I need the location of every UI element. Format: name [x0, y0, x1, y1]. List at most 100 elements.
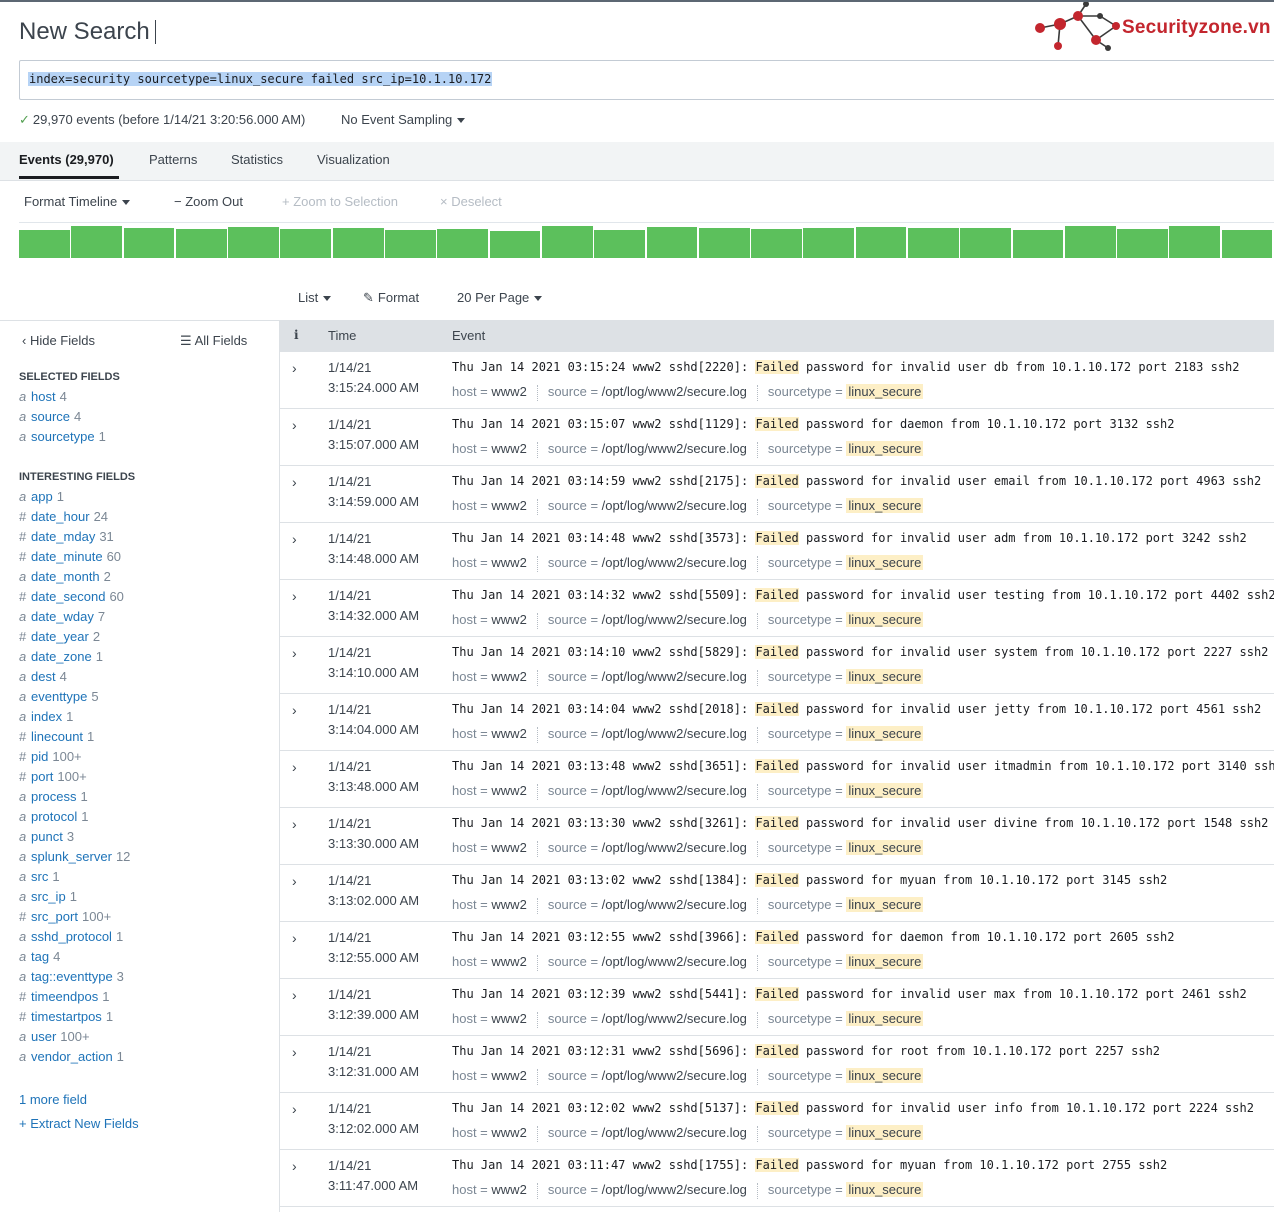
field-name[interactable]: process	[31, 789, 77, 804]
search-term-highlight[interactable]: Failed	[755, 759, 799, 773]
event-time[interactable]: 3:13:30.000 AM	[328, 836, 419, 851]
field-name[interactable]: date_second	[31, 589, 105, 604]
search-term-highlight[interactable]: Failed	[755, 1101, 799, 1115]
hide-fields-button[interactable]: ‹ Hide Fields	[22, 333, 95, 348]
field-name[interactable]: pid	[31, 749, 48, 764]
event-date[interactable]: 1/14/21	[328, 1044, 371, 1059]
timeline-bar[interactable]	[19, 230, 70, 258]
host-value[interactable]: www2	[491, 555, 526, 570]
field-item-protocol[interactable]: a protocol 1	[19, 809, 88, 827]
source-value[interactable]: /opt/log/www2/secure.log	[602, 384, 747, 399]
field-item-sshd-protocol[interactable]: a sshd_protocol 1	[19, 929, 123, 947]
sourcetype-value[interactable]: linux_secure	[846, 612, 924, 627]
chevron-right-icon[interactable]: ›	[292, 873, 297, 889]
field-name[interactable]: sshd_protocol	[31, 929, 112, 944]
time-column-header[interactable]: Time	[328, 328, 356, 343]
chevron-right-icon[interactable]: ›	[292, 645, 297, 661]
event-date[interactable]: 1/14/21	[328, 1101, 371, 1116]
host-value[interactable]: www2	[491, 669, 526, 684]
timeline-bar[interactable]	[1064, 226, 1116, 258]
field-name[interactable]: src	[31, 869, 48, 884]
host-value[interactable]: www2	[491, 1068, 526, 1083]
raw-event-text[interactable]: Thu Jan 14 2021 03:14:32 www2 sshd[5509]…	[452, 588, 1274, 602]
search-term-highlight[interactable]: Failed	[755, 930, 799, 944]
source-value[interactable]: /opt/log/www2/secure.log	[602, 555, 747, 570]
source-value[interactable]: /opt/log/www2/secure.log	[602, 954, 747, 969]
sourcetype-value[interactable]: linux_secure	[846, 669, 924, 684]
search-term-highlight[interactable]: Failed	[755, 588, 799, 602]
event-time[interactable]: 3:15:24.000 AM	[328, 380, 419, 395]
field-item-timestartpos[interactable]: # timestartpos 1	[19, 1009, 113, 1027]
field-name[interactable]: app	[31, 489, 53, 504]
source-value[interactable]: /opt/log/www2/secure.log	[602, 669, 747, 684]
title-edit-caret[interactable]	[155, 20, 156, 44]
field-item-dest[interactable]: a dest 4	[19, 669, 67, 687]
event-date[interactable]: 1/14/21	[328, 474, 371, 489]
raw-event-text[interactable]: Thu Jan 14 2021 03:13:02 www2 sshd[1384]…	[452, 873, 1167, 887]
field-item-punct[interactable]: a punct 3	[19, 829, 74, 847]
raw-event-text[interactable]: Thu Jan 14 2021 03:13:30 www2 sshd[3261]…	[452, 816, 1268, 830]
field-item-user[interactable]: a user 100+	[19, 1029, 90, 1047]
field-name[interactable]: eventtype	[31, 689, 87, 704]
search-input[interactable]: index=security sourcetype=linux_secure f…	[19, 60, 1274, 100]
timeline-bar[interactable]	[437, 229, 489, 258]
zoom-to-selection-button[interactable]: + Zoom to Selection	[282, 194, 398, 209]
field-item-app[interactable]: a app 1	[19, 489, 64, 507]
field-name[interactable]: host	[31, 389, 56, 404]
field-name[interactable]: port	[31, 769, 53, 784]
chevron-right-icon[interactable]: ›	[292, 816, 297, 832]
timeline-bar[interactable]	[751, 229, 802, 258]
field-name[interactable]: punct	[31, 829, 63, 844]
field-name[interactable]: user	[31, 1029, 56, 1044]
source-value[interactable]: /opt/log/www2/secure.log	[602, 1182, 747, 1197]
sourcetype-value[interactable]: linux_secure	[846, 555, 924, 570]
all-fields-button[interactable]: ☰ All Fields	[180, 333, 247, 349]
timeline-bar[interactable]	[123, 228, 175, 258]
chevron-right-icon[interactable]: ›	[292, 588, 297, 604]
raw-event-text[interactable]: Thu Jan 14 2021 03:14:04 www2 sshd[2018]…	[452, 702, 1261, 716]
timeline-bar[interactable]	[855, 227, 907, 258]
field-name[interactable]: date_mday	[31, 529, 95, 544]
sourcetype-value[interactable]: linux_secure	[846, 1125, 924, 1140]
zoom-out-button[interactable]: − Zoom Out	[174, 194, 243, 209]
source-value[interactable]: /opt/log/www2/secure.log	[602, 498, 747, 513]
host-value[interactable]: www2	[491, 612, 526, 627]
event-date[interactable]: 1/14/21	[328, 816, 371, 831]
event-sampling-dropdown[interactable]: No Event Sampling	[341, 112, 466, 127]
source-value[interactable]: /opt/log/www2/secure.log	[602, 726, 747, 741]
event-time[interactable]: 3:12:31.000 AM	[328, 1064, 419, 1079]
field-item-date-minute[interactable]: # date_minute 60	[19, 549, 121, 567]
chevron-right-icon[interactable]: ›	[292, 417, 297, 433]
sourcetype-value[interactable]: linux_secure	[846, 498, 924, 513]
field-name[interactable]: protocol	[31, 809, 77, 824]
field-item-host[interactable]: a host 4	[19, 389, 67, 407]
host-value[interactable]: www2	[491, 1182, 526, 1197]
search-term-highlight[interactable]: Failed	[755, 1044, 799, 1058]
extract-new-fields-link[interactable]: + Extract New Fields	[19, 1116, 139, 1131]
timeline-bar[interactable]	[1169, 226, 1221, 258]
source-value[interactable]: /opt/log/www2/secure.log	[602, 1068, 747, 1083]
field-name[interactable]: date_zone	[31, 649, 92, 664]
field-item-date-mday[interactable]: # date_mday 31	[19, 529, 114, 547]
event-date[interactable]: 1/14/21	[328, 360, 371, 375]
field-name[interactable]: date_month	[31, 569, 100, 584]
source-value[interactable]: /opt/log/www2/secure.log	[602, 897, 747, 912]
search-term-highlight[interactable]: Failed	[755, 987, 799, 1001]
host-value[interactable]: www2	[491, 498, 526, 513]
field-name[interactable]: vendor_action	[31, 1049, 113, 1064]
field-item-source[interactable]: a source 4	[19, 409, 81, 427]
host-value[interactable]: www2	[491, 840, 526, 855]
field-name[interactable]: sourcetype	[31, 429, 95, 444]
tab-statistics[interactable]: Statistics	[231, 152, 283, 167]
event-time[interactable]: 3:11:47.000 AM	[328, 1178, 418, 1193]
raw-event-text[interactable]: Thu Jan 14 2021 03:15:24 www2 sshd[2220]…	[452, 360, 1240, 374]
tab-patterns[interactable]: Patterns	[149, 152, 197, 167]
timeline-bar[interactable]	[646, 227, 698, 258]
raw-event-text[interactable]: Thu Jan 14 2021 03:14:10 www2 sshd[5829]…	[452, 645, 1268, 659]
source-value[interactable]: /opt/log/www2/secure.log	[602, 840, 747, 855]
event-date[interactable]: 1/14/21	[328, 1158, 371, 1173]
sourcetype-value[interactable]: linux_secure	[846, 954, 924, 969]
field-name[interactable]: date_wday	[31, 609, 94, 624]
raw-event-text[interactable]: Thu Jan 14 2021 03:12:55 www2 sshd[3966]…	[452, 930, 1174, 944]
field-item-linecount[interactable]: # linecount 1	[19, 729, 94, 747]
